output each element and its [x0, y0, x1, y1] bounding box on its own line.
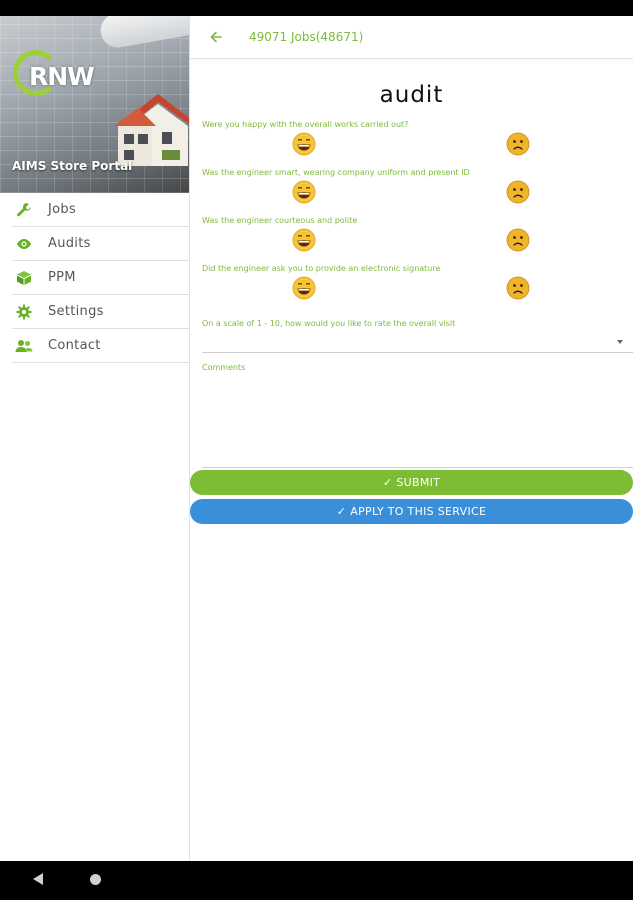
happy-face-icon[interactable]	[292, 276, 316, 300]
question-label: Did the engineer ask you to provide an e…	[202, 264, 441, 273]
nav-home-icon[interactable]	[90, 874, 101, 885]
navigation-drawer: RNW AIMS Store Portal Jobs Audits PPM Se…	[0, 16, 190, 861]
arrow-left-icon[interactable]	[208, 29, 224, 45]
question-label: Was the engineer smart, wearing company …	[202, 168, 470, 177]
question-label: Was the engineer courteous and polite	[202, 216, 358, 225]
cube-icon	[14, 268, 34, 288]
audit-screen: 49071 Jobs(48671) audit Were you happy w…	[190, 16, 633, 861]
chevron-down-icon	[617, 340, 623, 344]
app-bar: 49071 Jobs(48671)	[190, 16, 633, 59]
wrench-icon	[14, 200, 34, 220]
nav-back-icon[interactable]	[33, 873, 43, 885]
sidebar-item-label: Jobs	[48, 202, 77, 217]
sad-face-icon[interactable]	[506, 180, 530, 204]
contacts-icon	[14, 336, 34, 356]
sidebar-item-ppm[interactable]: PPM	[12, 261, 189, 295]
sidebar-item-contact[interactable]: Contact	[12, 329, 189, 363]
submit-button[interactable]: ✓ SUBMIT	[190, 470, 633, 495]
form-title: audit	[379, 82, 444, 108]
sidebar-item-label: Audits	[48, 236, 91, 251]
check-icon: ✓	[336, 505, 347, 518]
sidebar-item-label: Contact	[48, 338, 101, 353]
comments-textarea[interactable]	[202, 374, 633, 468]
eye-icon	[14, 234, 34, 254]
rating-label: On a scale of 1 - 10, how would you like…	[202, 319, 456, 328]
system-navigation-bar	[0, 861, 633, 900]
sidebar-item-settings[interactable]: Settings	[12, 295, 189, 329]
sad-face-icon[interactable]	[506, 228, 530, 252]
page-title: 49071 Jobs(48671)	[249, 30, 364, 44]
apply-to-service-button[interactable]: ✓ APPLY TO THIS SERVICE	[190, 499, 633, 524]
sidebar-item-label: Settings	[48, 304, 104, 319]
check-icon: ✓	[382, 476, 393, 489]
drawer-header-image: RNW AIMS Store Portal	[0, 16, 189, 193]
question-label: Were you happy with the overall works ca…	[202, 120, 409, 129]
sad-face-icon[interactable]	[506, 276, 530, 300]
gear-icon	[14, 302, 34, 322]
sidebar-item-audits[interactable]: Audits	[12, 227, 189, 261]
sidebar-item-label: PPM	[48, 270, 76, 285]
happy-face-icon[interactable]	[292, 180, 316, 204]
sidebar-item-jobs[interactable]: Jobs	[12, 193, 189, 227]
submit-button-label: SUBMIT	[396, 476, 441, 489]
brand-logo: RNW	[29, 62, 95, 91]
portal-title: AIMS Store Portal	[12, 159, 133, 173]
rating-dropdown[interactable]	[202, 332, 633, 353]
status-bar	[0, 0, 633, 16]
drawer-menu: Jobs Audits PPM Settings Contact	[0, 193, 189, 363]
apply-button-label: APPLY TO THIS SERVICE	[350, 505, 487, 518]
comments-label: Comments	[202, 363, 246, 372]
happy-face-icon[interactable]	[292, 228, 316, 252]
house-illustration	[114, 94, 189, 166]
happy-face-icon[interactable]	[292, 132, 316, 156]
sad-face-icon[interactable]	[506, 132, 530, 156]
